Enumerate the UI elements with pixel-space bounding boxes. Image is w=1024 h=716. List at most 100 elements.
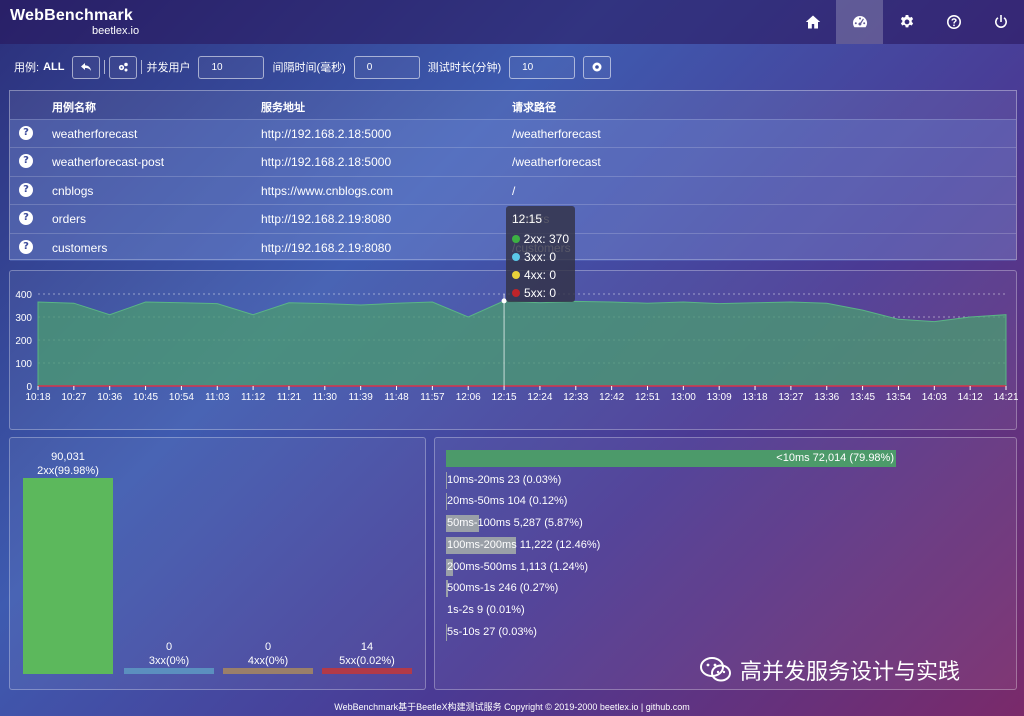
legend-dot	[512, 235, 520, 243]
table-row[interactable]: ? weatherforecast-post http://192.168.2.18…	[10, 147, 1016, 176]
question-icon[interactable]: ?	[19, 126, 33, 140]
x-tick-label: 13:18	[743, 392, 768, 403]
home-icon	[805, 15, 820, 29]
x-tick-label: 11:30	[313, 392, 338, 403]
run-button[interactable]	[583, 55, 612, 79]
bar-value-label: 90,031	[51, 451, 85, 463]
interval-input[interactable]: 0	[353, 55, 420, 79]
x-tick-label: 11:21	[277, 392, 302, 403]
question-icon[interactable]: ?	[19, 211, 33, 226]
service-address: http://192.168.2.19:8080	[261, 240, 392, 255]
duration-input[interactable]: 10	[509, 55, 576, 79]
service-address: http://192.168.2.19:8080	[261, 212, 392, 227]
status-bar	[124, 668, 214, 674]
chart-tooltip: 12:15 2xx: 370 3xx: 0 4xx: 0 5xx: 0	[506, 206, 575, 302]
status-code-chart-panel: 90,031 2xx(99.98%) 0 3xx(0%) 0 4xx(0%) 14 5xx(0…	[9, 437, 426, 690]
question-icon[interactable]: ?	[19, 182, 33, 197]
tooltip-item-label: 3xx: 0	[524, 250, 557, 264]
status-bar	[322, 668, 412, 674]
tooltip-item: 2xx: 370	[512, 230, 569, 248]
bar-category-label: 3xx(0%)	[149, 655, 189, 667]
users-input[interactable]: 10	[198, 55, 265, 79]
latency-label: 100ms-200ms 11,222 (12.46%)	[447, 538, 601, 551]
x-tick-label: 12:15	[492, 392, 517, 403]
case-name: orders	[52, 212, 87, 227]
case-name: weatherforecast-post	[52, 155, 165, 170]
nav-settings[interactable]	[883, 0, 930, 44]
question-icon[interactable]: ?	[19, 239, 33, 254]
x-tick-label: 14:12	[958, 392, 983, 403]
gears-icon	[119, 62, 129, 72]
nav-help[interactable]	[930, 0, 977, 44]
back-button[interactable]	[72, 55, 101, 79]
toolbar-separator	[141, 60, 143, 74]
interval-label: 间隔时间(毫秒)	[272, 62, 346, 74]
x-tick-label: 10:45	[133, 392, 158, 403]
x-tick-label: 13:00	[671, 392, 696, 403]
x-tick-label: 10:36	[97, 392, 122, 403]
request-path: /weatherforecast	[512, 155, 601, 170]
latency-row: <10ms 72,014 (79.98%)	[446, 450, 896, 470]
latency-label: 500ms-1s 246 (0.27%)	[447, 582, 559, 595]
footer: WebBenchmark基于BeetleX构建测试服务 Copyright © …	[334, 702, 690, 712]
y-tick-label: 100	[15, 359, 32, 370]
table-row[interactable]: ? cnblogs https://www.cnblogs.com /	[10, 175, 1016, 205]
watermark-text: 高并发服务设计与实践	[740, 660, 961, 685]
nav-dashboard[interactable]	[836, 0, 883, 44]
latency-label: 50ms-100ms 5,287 (5.87%)	[447, 517, 583, 530]
y-tick-label: 300	[15, 313, 32, 324]
x-tick-label: 12:33	[563, 392, 588, 403]
latency-label: 10ms-20ms 23 (0.03%)	[447, 473, 562, 486]
request-path: /weatherforecast	[512, 127, 601, 141]
y-tick-label: 400	[15, 290, 32, 301]
latency-chart-panel: <10ms 72,014 (79.98%) 10ms-20ms 23 (0.03%…	[434, 437, 1017, 690]
x-tick-label: 13:36	[814, 392, 839, 403]
latency-label: 200ms-500ms 1,113 (1.24%)	[447, 560, 589, 573]
x-tick-label: 13:54	[886, 392, 911, 403]
x-tick-label: 12:42	[599, 392, 624, 403]
case-value[interactable]: ALL	[43, 61, 64, 73]
nav-home[interactable]	[789, 0, 836, 44]
latency-label: 1s-2s 9 (0.01%)	[447, 603, 525, 616]
wechat-icon	[700, 657, 731, 682]
nav-power[interactable]	[977, 0, 1024, 44]
header-service-address: 服务地址	[261, 101, 305, 114]
legend-dot	[512, 289, 520, 297]
bar-category-label: 2xx(99.98%)	[37, 465, 99, 477]
users-label: 并发用户	[146, 62, 191, 74]
x-tick-label: 11:12	[241, 392, 266, 403]
x-tick-label: 13:45	[850, 392, 875, 403]
table-header: 用例名称 服务地址 请求路径	[10, 91, 1016, 119]
series-area	[37, 300, 1007, 387]
x-tick-label: 11:39	[349, 392, 374, 403]
table-row[interactable]: ? weatherforecast http://192.168.2.18:5000…	[10, 119, 1016, 148]
x-tick-label: 11:48	[384, 392, 409, 403]
x-tick-label: 10:54	[169, 392, 194, 403]
gear-icon	[900, 15, 913, 28]
bar-category-label: 5xx(0.02%)	[339, 655, 395, 667]
case-name: weatherforecast	[52, 127, 138, 141]
request-path: /	[512, 183, 516, 198]
legend-dot	[512, 271, 520, 279]
case-name: customers	[52, 240, 108, 255]
power-icon	[994, 15, 1007, 29]
bar-category-label: 4xx(0%)	[248, 655, 288, 667]
question-icon[interactable]: ?	[19, 154, 33, 169]
status-bar	[23, 478, 113, 674]
x-tick-label: 12:06	[456, 392, 481, 403]
tooltip-time: 12:15	[512, 212, 543, 226]
x-tick-label: 10:18	[25, 392, 50, 403]
app-title: WebBenchmark	[10, 7, 134, 24]
x-tick-label: 14:21	[993, 392, 1018, 403]
config-button[interactable]	[109, 55, 138, 79]
top-nav	[789, 0, 1024, 44]
bar-value-label: 0	[265, 641, 271, 653]
x-tick-label: 14:03	[922, 392, 947, 403]
service-address: http://192.168.2.18:5000	[261, 155, 392, 170]
bar-value-label: 14	[361, 641, 373, 653]
tooltip-item-label: 4xx: 0	[524, 268, 557, 282]
service-address: http://192.168.2.18:5000	[261, 127, 392, 141]
tooltip-item-label: 2xx: 370	[523, 232, 569, 246]
status-code-chart: 90,031 2xx(99.98%) 0 3xx(0%) 0 4xx(0%) 14 5xx(0…	[23, 451, 412, 674]
toolbar-separator	[104, 60, 106, 74]
